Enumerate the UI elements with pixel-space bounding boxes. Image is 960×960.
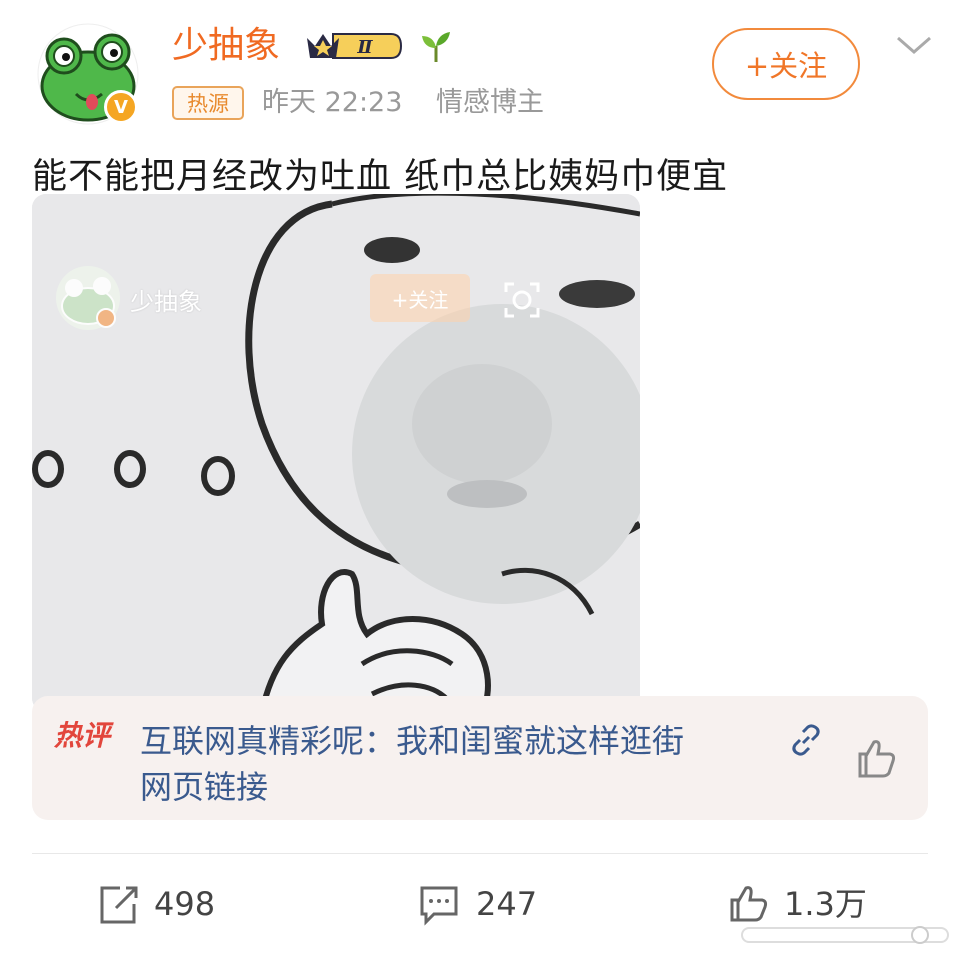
meme-face-illustration	[32, 194, 640, 712]
follow-button[interactable]: +关注	[712, 28, 860, 100]
web-link[interactable]: 网页链接	[140, 768, 268, 806]
post-time: 昨天 22:23	[262, 87, 403, 118]
repost-count[interactable]: 498	[154, 882, 215, 926]
link-icon[interactable]	[788, 722, 824, 758]
scan-icon	[502, 280, 542, 320]
hot-source-tag: 热源	[172, 86, 244, 120]
comment-icon[interactable]	[418, 884, 460, 926]
divider	[32, 853, 928, 854]
comment-count[interactable]: 247	[476, 882, 537, 926]
vip-level-text: Ⅱ	[356, 37, 373, 58]
overlay-follow-button: +关注	[370, 274, 470, 322]
user-name[interactable]: 少抽象	[172, 24, 280, 68]
vip-crown-badge-icon[interactable]: Ⅱ	[303, 28, 403, 64]
repost-icon[interactable]	[98, 884, 140, 926]
chevron-down-icon[interactable]	[892, 30, 936, 60]
like-icon[interactable]	[728, 882, 770, 924]
comment-like-icon[interactable]	[852, 734, 900, 782]
verified-badge-icon: V	[104, 90, 138, 124]
hot-comment-body: 互联网真精彩呢：我和闺蜜就这样逛街	[140, 722, 685, 760]
scroll-indicator	[740, 922, 950, 948]
user-category: 情感博主	[436, 87, 544, 118]
overlay-user-name: 少抽象	[130, 288, 202, 316]
sprout-icon	[418, 28, 454, 64]
post-image[interactable]: 少抽象 +关注	[32, 194, 640, 712]
hot-comment-text[interactable]: 互联网真精彩呢：我和闺蜜就这样逛街 网页链接	[140, 718, 800, 810]
like-count[interactable]: 1.3万	[784, 882, 867, 926]
overlay-avatar	[56, 266, 120, 330]
hot-comment-label: 热评	[54, 719, 111, 752]
